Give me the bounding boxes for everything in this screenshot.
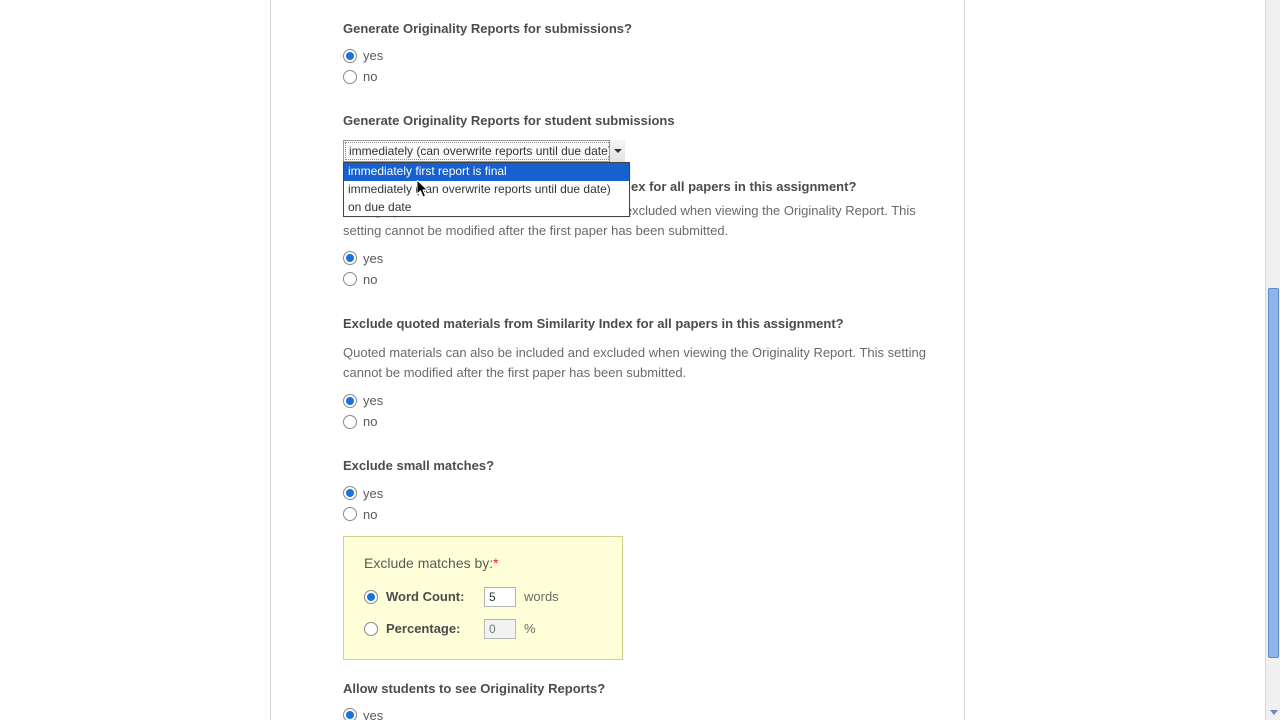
radio-label: no: [363, 414, 377, 429]
radio-label: yes: [363, 708, 383, 720]
radio-exclude-biblio-no[interactable]: [343, 272, 357, 286]
radio-percentage[interactable]: [364, 622, 378, 636]
dropdown-option-on-due-date[interactable]: on due date: [344, 199, 629, 217]
section-allow-students: Allow students to see Originality Report…: [343, 680, 928, 720]
radio-label: yes: [363, 48, 383, 63]
wordcount-unit: words: [524, 589, 559, 604]
scrollbar-thumb[interactable]: [1268, 288, 1279, 658]
percentage-unit: %: [524, 621, 536, 636]
scrollbar-down-arrow-icon[interactable]: [1266, 705, 1280, 720]
wordcount-input[interactable]: [484, 587, 516, 607]
wordcount-label: Word Count:: [386, 589, 476, 604]
dropdown-option-overwrite[interactable]: immediately (can overwrite reports until…: [344, 181, 629, 199]
radio-label: yes: [363, 393, 383, 408]
select-value: immediately (can overwrite reports until…: [349, 144, 612, 158]
radio-label: no: [363, 272, 377, 287]
radio-exclude-quoted-no[interactable]: [343, 415, 357, 429]
settings-panel: Generate Originality Reports for submiss…: [270, 0, 965, 720]
radio-label: no: [363, 507, 377, 522]
label-generate-reports-submissions: Generate Originality Reports for submiss…: [343, 20, 928, 38]
radio-wordcount[interactable]: [364, 590, 378, 604]
radio-gen-reports-sub-no[interactable]: [343, 70, 357, 84]
section-generate-reports-student: Generate Originality Reports for student…: [343, 112, 928, 162]
dropdown-list: immediately first report is final immedi…: [343, 162, 630, 217]
box-title-text: Exclude matches by:: [364, 555, 493, 571]
radio-label: yes: [363, 486, 383, 501]
exclude-matches-by-box: Exclude matches by:* Word Count: words P…: [343, 536, 623, 660]
match-row-percentage: Percentage: %: [364, 619, 602, 639]
radio-label: yes: [363, 251, 383, 266]
label-exclude-small: Exclude small matches?: [343, 457, 928, 475]
radio-exclude-small-no[interactable]: [343, 507, 357, 521]
radio-exclude-quoted-yes[interactable]: [343, 394, 357, 408]
label-generate-reports-student: Generate Originality Reports for student…: [343, 112, 928, 130]
select-display[interactable]: immediately (can overwrite reports until…: [343, 140, 625, 162]
select-report-timing[interactable]: immediately (can overwrite reports until…: [343, 140, 625, 162]
radio-exclude-small-yes[interactable]: [343, 486, 357, 500]
radio-gen-reports-sub-yes[interactable]: [343, 49, 357, 63]
required-asterisk: *: [493, 555, 498, 571]
page-content: Generate Originality Reports for submiss…: [0, 0, 1265, 720]
label-exclude-biblio-tail: ex for all papers in this assignment?: [631, 179, 856, 194]
dropdown-option-first-final[interactable]: immediately first report is final: [344, 163, 629, 181]
radio-label: no: [363, 69, 377, 84]
exclude-matches-by-title: Exclude matches by:*: [364, 555, 602, 571]
radio-allow-students-yes[interactable]: [343, 708, 357, 720]
section-generate-reports-submissions: Generate Originality Reports for submiss…: [343, 20, 928, 84]
vertical-scrollbar[interactable]: [1265, 0, 1280, 720]
radio-exclude-biblio-yes[interactable]: [343, 251, 357, 265]
percentage-label: Percentage:: [386, 621, 476, 636]
section-exclude-small: Exclude small matches? yes no: [343, 457, 928, 521]
label-allow-students: Allow students to see Originality Report…: [343, 680, 928, 698]
match-row-wordcount: Word Count: words: [364, 587, 602, 607]
section-exclude-quoted: Exclude quoted materials from Similarity…: [343, 315, 928, 429]
chevron-down-icon[interactable]: [609, 140, 625, 162]
label-exclude-quoted: Exclude quoted materials from Similarity…: [343, 315, 928, 333]
percentage-input[interactable]: [484, 619, 516, 639]
desc-exclude-quoted: Quoted materials can also be included an…: [343, 343, 928, 383]
